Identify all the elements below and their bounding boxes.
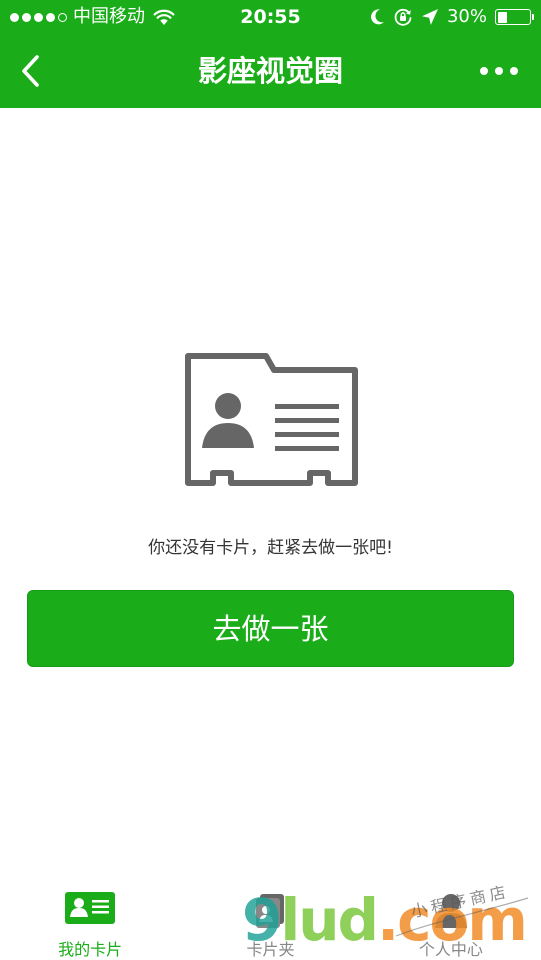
page-title: 影座视觉圈	[197, 54, 343, 88]
battery-level-fill	[497, 11, 507, 23]
tab-label: 个人中心	[418, 940, 483, 959]
tab-label: 我的卡片	[58, 940, 123, 959]
tab-profile[interactable]: 个人中心	[361, 878, 541, 960]
nav-bar: 影座视觉圈	[0, 34, 541, 108]
location-arrow-icon	[421, 9, 438, 25]
tab-label: 卡片夹	[246, 940, 295, 959]
status-right: 30%	[369, 0, 534, 34]
tab-card-holder[interactable]: 卡片夹	[180, 878, 360, 960]
back-button[interactable]	[10, 47, 50, 95]
user-icon	[434, 894, 467, 928]
rotation-lock-icon	[394, 8, 412, 26]
make-card-button[interactable]: 去做一张	[27, 590, 514, 667]
battery-icon	[495, 9, 534, 25]
status-bar: 中国移动 20:55 30%	[0, 0, 541, 34]
more-dots-icon	[480, 67, 488, 75]
empty-message: 你还没有卡片，赶紧去做一张吧!	[148, 538, 393, 558]
id-card-icon	[185, 353, 358, 486]
id-card-icon	[65, 892, 116, 924]
more-button[interactable]	[473, 55, 525, 87]
tab-bar: 我的卡片 卡片夹 个人中心	[0, 878, 541, 960]
card-stack-icon	[256, 894, 285, 928]
moon-icon	[371, 9, 384, 25]
tab-my-cards[interactable]: 我的卡片	[0, 878, 180, 960]
chevron-left-icon	[22, 55, 39, 87]
battery-percent: 30%	[446, 6, 487, 27]
